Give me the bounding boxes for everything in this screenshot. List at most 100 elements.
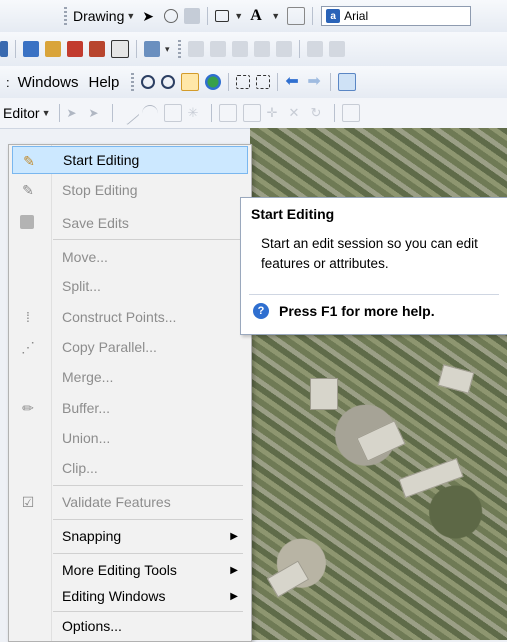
disabled-tool-icon	[231, 41, 248, 57]
drawing-menu-button[interactable]: Drawing	[73, 8, 124, 24]
tooltip-divider	[249, 294, 499, 295]
pencil-icon: ✎	[23, 153, 35, 169]
construct-points-icon: ⁞	[26, 309, 30, 325]
full-extent-globe-icon[interactable]	[205, 74, 222, 90]
menu-item-construct-points[interactable]: ⁞ Construct Points...	[12, 303, 248, 331]
menu-fragment: :	[6, 74, 10, 90]
menu-item-label: Save Edits	[62, 215, 129, 231]
toolbar-grip[interactable]	[131, 73, 135, 91]
menu-bar: : Windows Help ⬅ ➡	[0, 66, 507, 99]
tooltip-help-row: ? Press F1 for more help.	[253, 303, 435, 319]
menu-windows[interactable]: Windows	[18, 74, 79, 91]
copy-parallel-icon: ⋰	[21, 339, 35, 355]
menu-item-snapping[interactable]: Snapping ▶	[12, 522, 248, 550]
toolbox-icon[interactable]	[67, 41, 83, 57]
toolbar-grip[interactable]	[64, 7, 67, 25]
model-builder-icon[interactable]	[89, 41, 105, 57]
font-selector[interactable]: a Arial	[321, 6, 472, 26]
menu-item-label: Start Editing	[63, 152, 140, 168]
toolbar-separator	[58, 104, 60, 122]
zoom-out-icon[interactable]	[161, 75, 176, 89]
endpoint-arc-icon	[141, 104, 158, 122]
toolbar-separator	[207, 7, 209, 25]
tooltip-help-text: Press F1 for more help.	[279, 303, 435, 319]
start-editing-tooltip: Start Editing Start an edit session so y…	[240, 197, 507, 335]
menu-help[interactable]: Help	[88, 74, 119, 91]
chevron-down-icon[interactable]: ▼	[42, 108, 51, 118]
disabled-tool-icon	[253, 41, 270, 57]
font-name-value: Arial	[344, 9, 369, 23]
menu-item-editing-windows[interactable]: Editing Windows ▶	[12, 582, 248, 610]
trace-icon	[163, 104, 182, 122]
network-icon[interactable]	[144, 41, 160, 57]
toolbar-separator	[15, 40, 16, 58]
callout-icon[interactable]	[287, 7, 306, 25]
menu-item-label: Clip...	[62, 460, 98, 476]
submenu-arrow-icon: ▶	[230, 564, 238, 576]
menu-item-label: Stop Editing	[62, 182, 138, 198]
split-tool-icon: ✕	[288, 105, 300, 120]
menu-item-merge[interactable]: Merge...	[12, 363, 248, 391]
zoom-in-icon[interactable]	[141, 75, 156, 89]
menu-item-options[interactable]: Options...	[12, 612, 248, 640]
catalog-icon[interactable]	[45, 41, 61, 57]
rotate-icon[interactable]	[164, 9, 179, 23]
pan-hand-icon[interactable]	[181, 73, 200, 91]
menu-item-label: Buffer...	[62, 400, 110, 416]
menu-item-move[interactable]: Move...	[12, 243, 248, 271]
menu-item-buffer[interactable]: ✏ Buffer...	[12, 394, 248, 422]
fixed-zoom-out-icon[interactable]	[256, 75, 271, 89]
menu-item-label: Construct Points...	[62, 309, 177, 325]
zoom-to-selected-icon[interactable]	[184, 8, 201, 24]
standard-toolbar: ▾	[0, 32, 507, 67]
edit-annotation-icon: ➤	[88, 106, 99, 120]
select-features-icon[interactable]	[338, 73, 357, 91]
toolbar-separator	[136, 40, 137, 58]
table-icon[interactable]	[23, 41, 39, 57]
menu-item-validate-features[interactable]: ☑ Validate Features	[12, 488, 248, 516]
back-arrow-icon[interactable]: ⬅	[285, 74, 301, 90]
fixed-zoom-in-icon[interactable]	[236, 75, 251, 89]
disabled-tool-icon	[209, 41, 226, 57]
chevron-down-icon[interactable]: ▼	[234, 11, 243, 21]
chevron-down-icon[interactable]: ▾	[165, 44, 170, 55]
drawing-toolbar: Drawing ▼ ➤ ▼ A ▼ a Arial	[0, 0, 507, 33]
chevron-down-icon: ▼	[126, 11, 136, 21]
window-icon[interactable]	[0, 41, 8, 57]
disabled-tool-icon	[187, 41, 204, 57]
menu-item-label: Editing Windows	[62, 588, 166, 604]
menu-item-copy-parallel[interactable]: ⋰ Copy Parallel...	[12, 333, 248, 361]
text-tool-icon[interactable]: A	[250, 8, 266, 24]
toolbar-grip[interactable]	[177, 40, 181, 58]
menu-divider	[53, 519, 243, 520]
editor-toolbar: Editor ▼ ➤ ➤ ✳ ✛ ✕ ↻	[0, 98, 507, 129]
menu-item-union[interactable]: Union...	[12, 424, 248, 452]
cut-polygons-icon: ✛	[266, 105, 278, 120]
font-type-icon: a	[326, 9, 341, 23]
edit-vertices-icon	[218, 104, 237, 122]
toolbar-separator	[312, 7, 314, 25]
menu-item-save-edits[interactable]: Save Edits	[12, 209, 248, 237]
buffer-icon: ✏	[22, 400, 34, 416]
editor-menu-button[interactable]: Editor	[3, 105, 40, 121]
toolbar-separator	[277, 73, 279, 91]
menu-item-label: More Editing Tools	[62, 562, 177, 578]
select-arrow-icon[interactable]: ➤	[142, 8, 158, 24]
menu-item-stop-editing[interactable]: ✎ Stop Editing	[12, 176, 248, 204]
rectangle-icon[interactable]	[215, 10, 230, 22]
menu-item-split[interactable]: Split...	[12, 272, 248, 300]
menu-divider	[53, 553, 243, 554]
menu-item-start-editing[interactable]: ✎ Start Editing	[12, 146, 248, 174]
rotate-tool-icon: ↻	[310, 105, 322, 120]
menu-item-label: Options...	[62, 618, 122, 634]
toolbar-separator	[111, 104, 113, 122]
toolbar-separator	[228, 73, 230, 91]
menu-item-clip[interactable]: Clip...	[12, 454, 248, 482]
menu-divider	[53, 239, 243, 240]
menu-item-label: Copy Parallel...	[62, 339, 157, 355]
chevron-down-icon[interactable]: ▼	[271, 11, 280, 21]
menu-item-more-editing-tools[interactable]: More Editing Tools ▶	[12, 556, 248, 584]
python-window-icon[interactable]	[111, 40, 129, 58]
forward-arrow-icon[interactable]: ➡	[307, 74, 323, 90]
edit-tool-icon: ➤	[66, 106, 77, 120]
